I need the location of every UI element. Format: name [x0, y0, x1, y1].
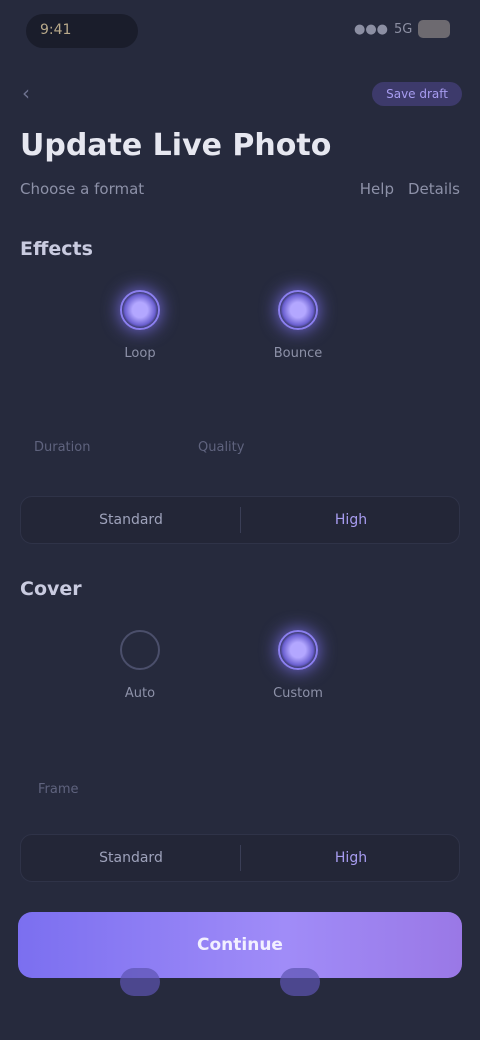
option-label: Loop [124, 346, 156, 361]
network-label: 5G [394, 21, 413, 37]
effect-option-loop[interactable]: Loop [80, 270, 200, 400]
status-time-pill: 9:41 [26, 14, 138, 48]
status-icons: ●●● 5G [354, 18, 450, 40]
segment-standard[interactable]: Standard [21, 497, 241, 543]
effect-option-bounce[interactable]: Bounce [238, 270, 358, 400]
signal-icon: ●●● [354, 21, 389, 37]
radio-icon [120, 290, 160, 330]
radio-icon [120, 630, 160, 670]
cover-option-auto[interactable]: Auto [80, 610, 200, 740]
header-action-link[interactable]: Save draft [372, 82, 462, 106]
section-title-effects: Effects [20, 238, 93, 260]
subtitle-right: Help Details [360, 180, 460, 198]
cover-segmented-control: Standard High [20, 834, 460, 882]
hint-dot [120, 968, 160, 996]
subtitle-left: Choose a format [20, 180, 145, 198]
segment-standard[interactable]: Standard [21, 835, 241, 881]
radio-icon [278, 290, 318, 330]
battery-icon [418, 20, 450, 38]
top-row: ‹ Save draft [22, 78, 462, 108]
subtitle-row: Choose a format Help Details [20, 180, 460, 206]
field-label-frame: Frame [38, 782, 79, 797]
field-label-duration: Duration [34, 440, 91, 455]
option-label: Custom [273, 686, 323, 701]
bottom-hint-row [0, 968, 480, 1008]
option-label: Bounce [273, 346, 323, 361]
effects-segmented-control: Standard High [20, 496, 460, 544]
cover-option-custom[interactable]: Custom [238, 610, 358, 740]
hint-dot [280, 968, 320, 996]
segment-high[interactable]: High [241, 497, 461, 543]
help-link[interactable]: Help [360, 180, 394, 198]
option-label: Auto [124, 686, 156, 701]
radio-icon [278, 630, 318, 670]
details-link[interactable]: Details [408, 180, 460, 198]
segment-high[interactable]: High [241, 835, 461, 881]
page-title: Update Live Photo [20, 128, 332, 163]
field-label-quality: Quality [198, 440, 245, 455]
section-title-cover: Cover [20, 578, 82, 600]
status-bar: 9:41 ●●● 5G [0, 0, 480, 64]
status-time: 9:41 [40, 22, 72, 38]
cover-field-labels: Frame [20, 782, 460, 822]
effects-field-labels: Duration Quality [20, 440, 460, 480]
cover-options: Auto Custom [20, 610, 460, 750]
effects-options: Loop Bounce [20, 270, 460, 410]
back-button[interactable]: ‹ [22, 78, 56, 108]
